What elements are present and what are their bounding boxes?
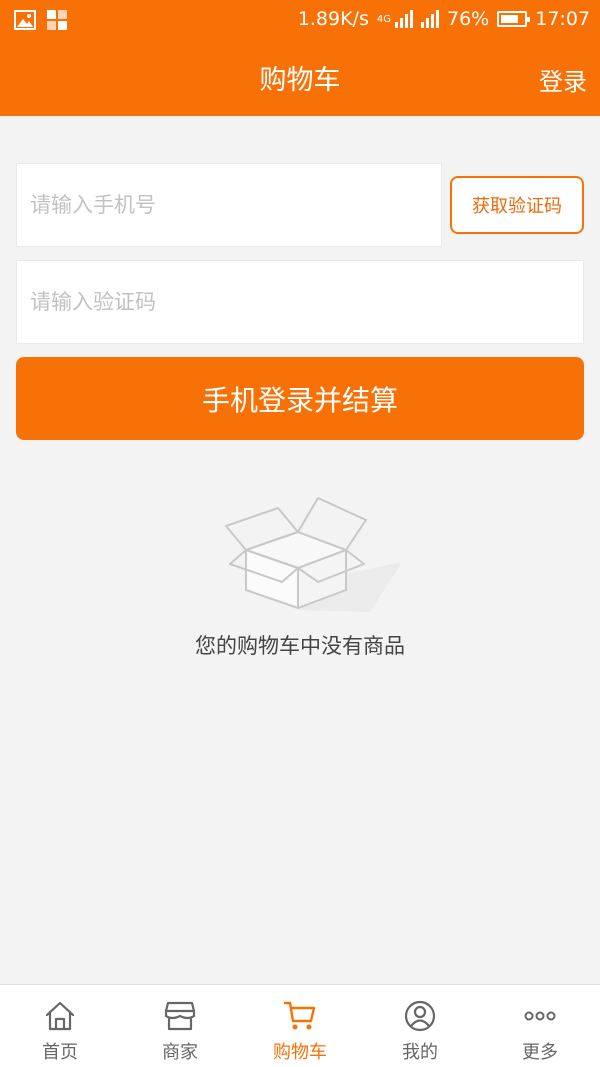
- cart-icon: [283, 1001, 316, 1030]
- tab-home[interactable]: 首页: [0, 985, 120, 1067]
- signal-icon: [421, 10, 439, 28]
- cart-screen: 1.89K/s 4G 76% 17:07 购物车 登录 获取验证码: [0, 0, 600, 1067]
- more-icon: [524, 1011, 556, 1021]
- status-bar: 1.89K/s 4G 76% 17:07: [0, 0, 600, 40]
- code-input[interactable]: [30, 290, 583, 314]
- battery-percent: 76%: [447, 8, 490, 30]
- empty-box-icon: [225, 497, 400, 612]
- tab-label: 我的: [402, 1042, 438, 1063]
- tab-cart[interactable]: 购物车: [240, 985, 360, 1067]
- empty-cart-message: 您的购物车中没有商品: [195, 634, 405, 658]
- phone-field[interactable]: [16, 163, 442, 247]
- tab-label: 首页: [42, 1042, 78, 1063]
- image-notification-icon: [14, 10, 36, 30]
- app-header: 1.89K/s 4G 76% 17:07 购物车 登录: [0, 0, 600, 116]
- store-icon: [164, 1001, 196, 1031]
- network-speed: 1.89K/s: [297, 8, 369, 30]
- tab-more[interactable]: 更多: [480, 985, 600, 1067]
- status-bar-notifications: [14, 9, 68, 31]
- get-code-button[interactable]: 获取验证码: [450, 176, 584, 234]
- phone-input[interactable]: [30, 193, 441, 217]
- network-type: 4G: [376, 13, 391, 25]
- bottom-tab-bar: 首页 商家 购物车 我的 更多: [0, 984, 600, 1067]
- login-link[interactable]: 登录: [539, 62, 587, 97]
- battery-icon: [497, 11, 531, 27]
- battery-level: [501, 15, 518, 23]
- page-title: 购物车: [259, 65, 341, 96]
- user-icon: [404, 1000, 436, 1032]
- app-grid-notification-icon: [47, 10, 67, 30]
- tab-label: 商家: [162, 1042, 198, 1063]
- tab-label: 更多: [522, 1042, 558, 1063]
- login-checkout-button[interactable]: 手机登录并结算: [16, 357, 584, 440]
- tab-store[interactable]: 商家: [120, 985, 240, 1067]
- tab-mine[interactable]: 我的: [360, 985, 480, 1067]
- status-bar-system: 1.89K/s 4G 76% 17:07: [298, 8, 590, 30]
- signal-4g-icon: [395, 10, 413, 28]
- clock: 17:07: [535, 8, 590, 30]
- home-icon: [45, 1001, 75, 1031]
- code-field[interactable]: [16, 260, 584, 344]
- tab-label: 购物车: [273, 1042, 327, 1063]
